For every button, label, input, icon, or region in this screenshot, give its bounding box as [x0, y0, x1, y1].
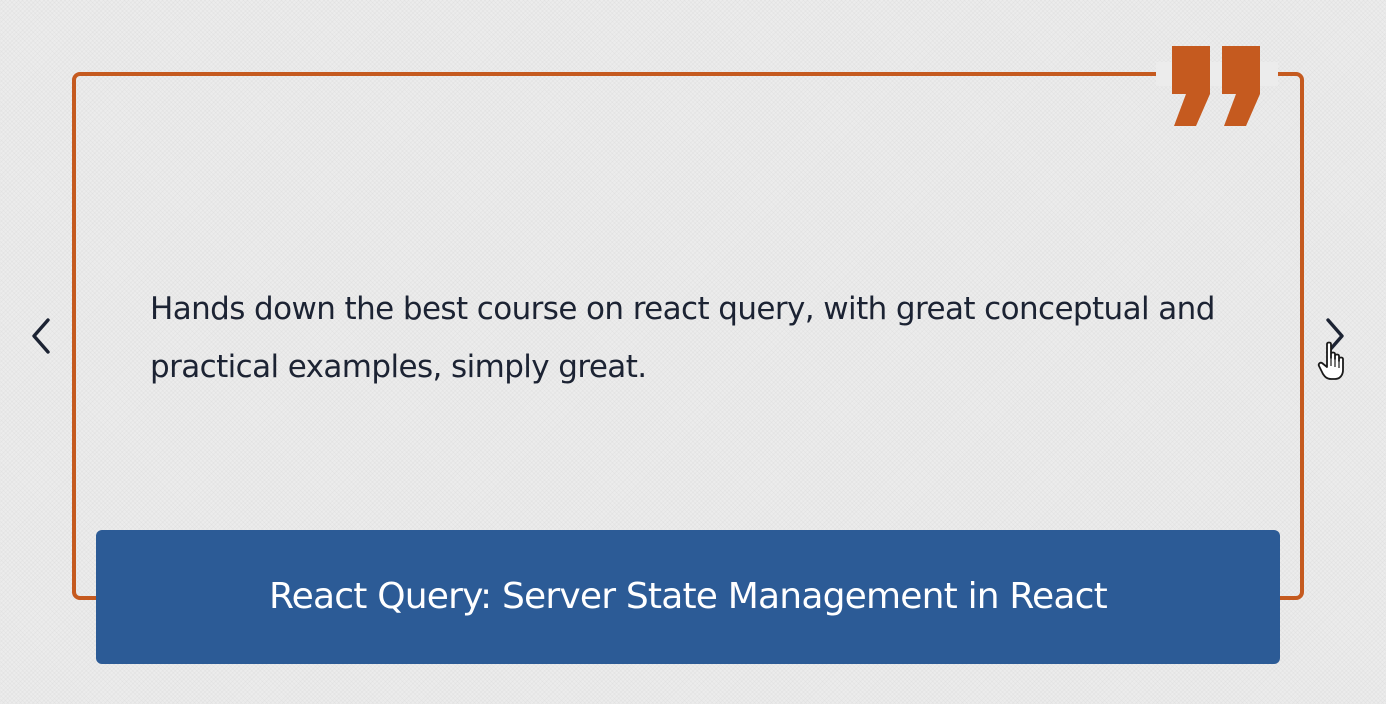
testimonial-quote: Hands down the best course on react quer… — [150, 291, 1215, 385]
course-title: React Query: Server State Management in … — [269, 576, 1108, 617]
pointer-hand-cursor-icon — [1317, 341, 1344, 380]
quote-mark-icon — [1172, 46, 1260, 126]
previous-testimonial-button[interactable] — [18, 306, 64, 366]
chevron-left-icon — [32, 318, 50, 354]
course-link-banner[interactable]: React Query: Server State Management in … — [96, 530, 1280, 664]
